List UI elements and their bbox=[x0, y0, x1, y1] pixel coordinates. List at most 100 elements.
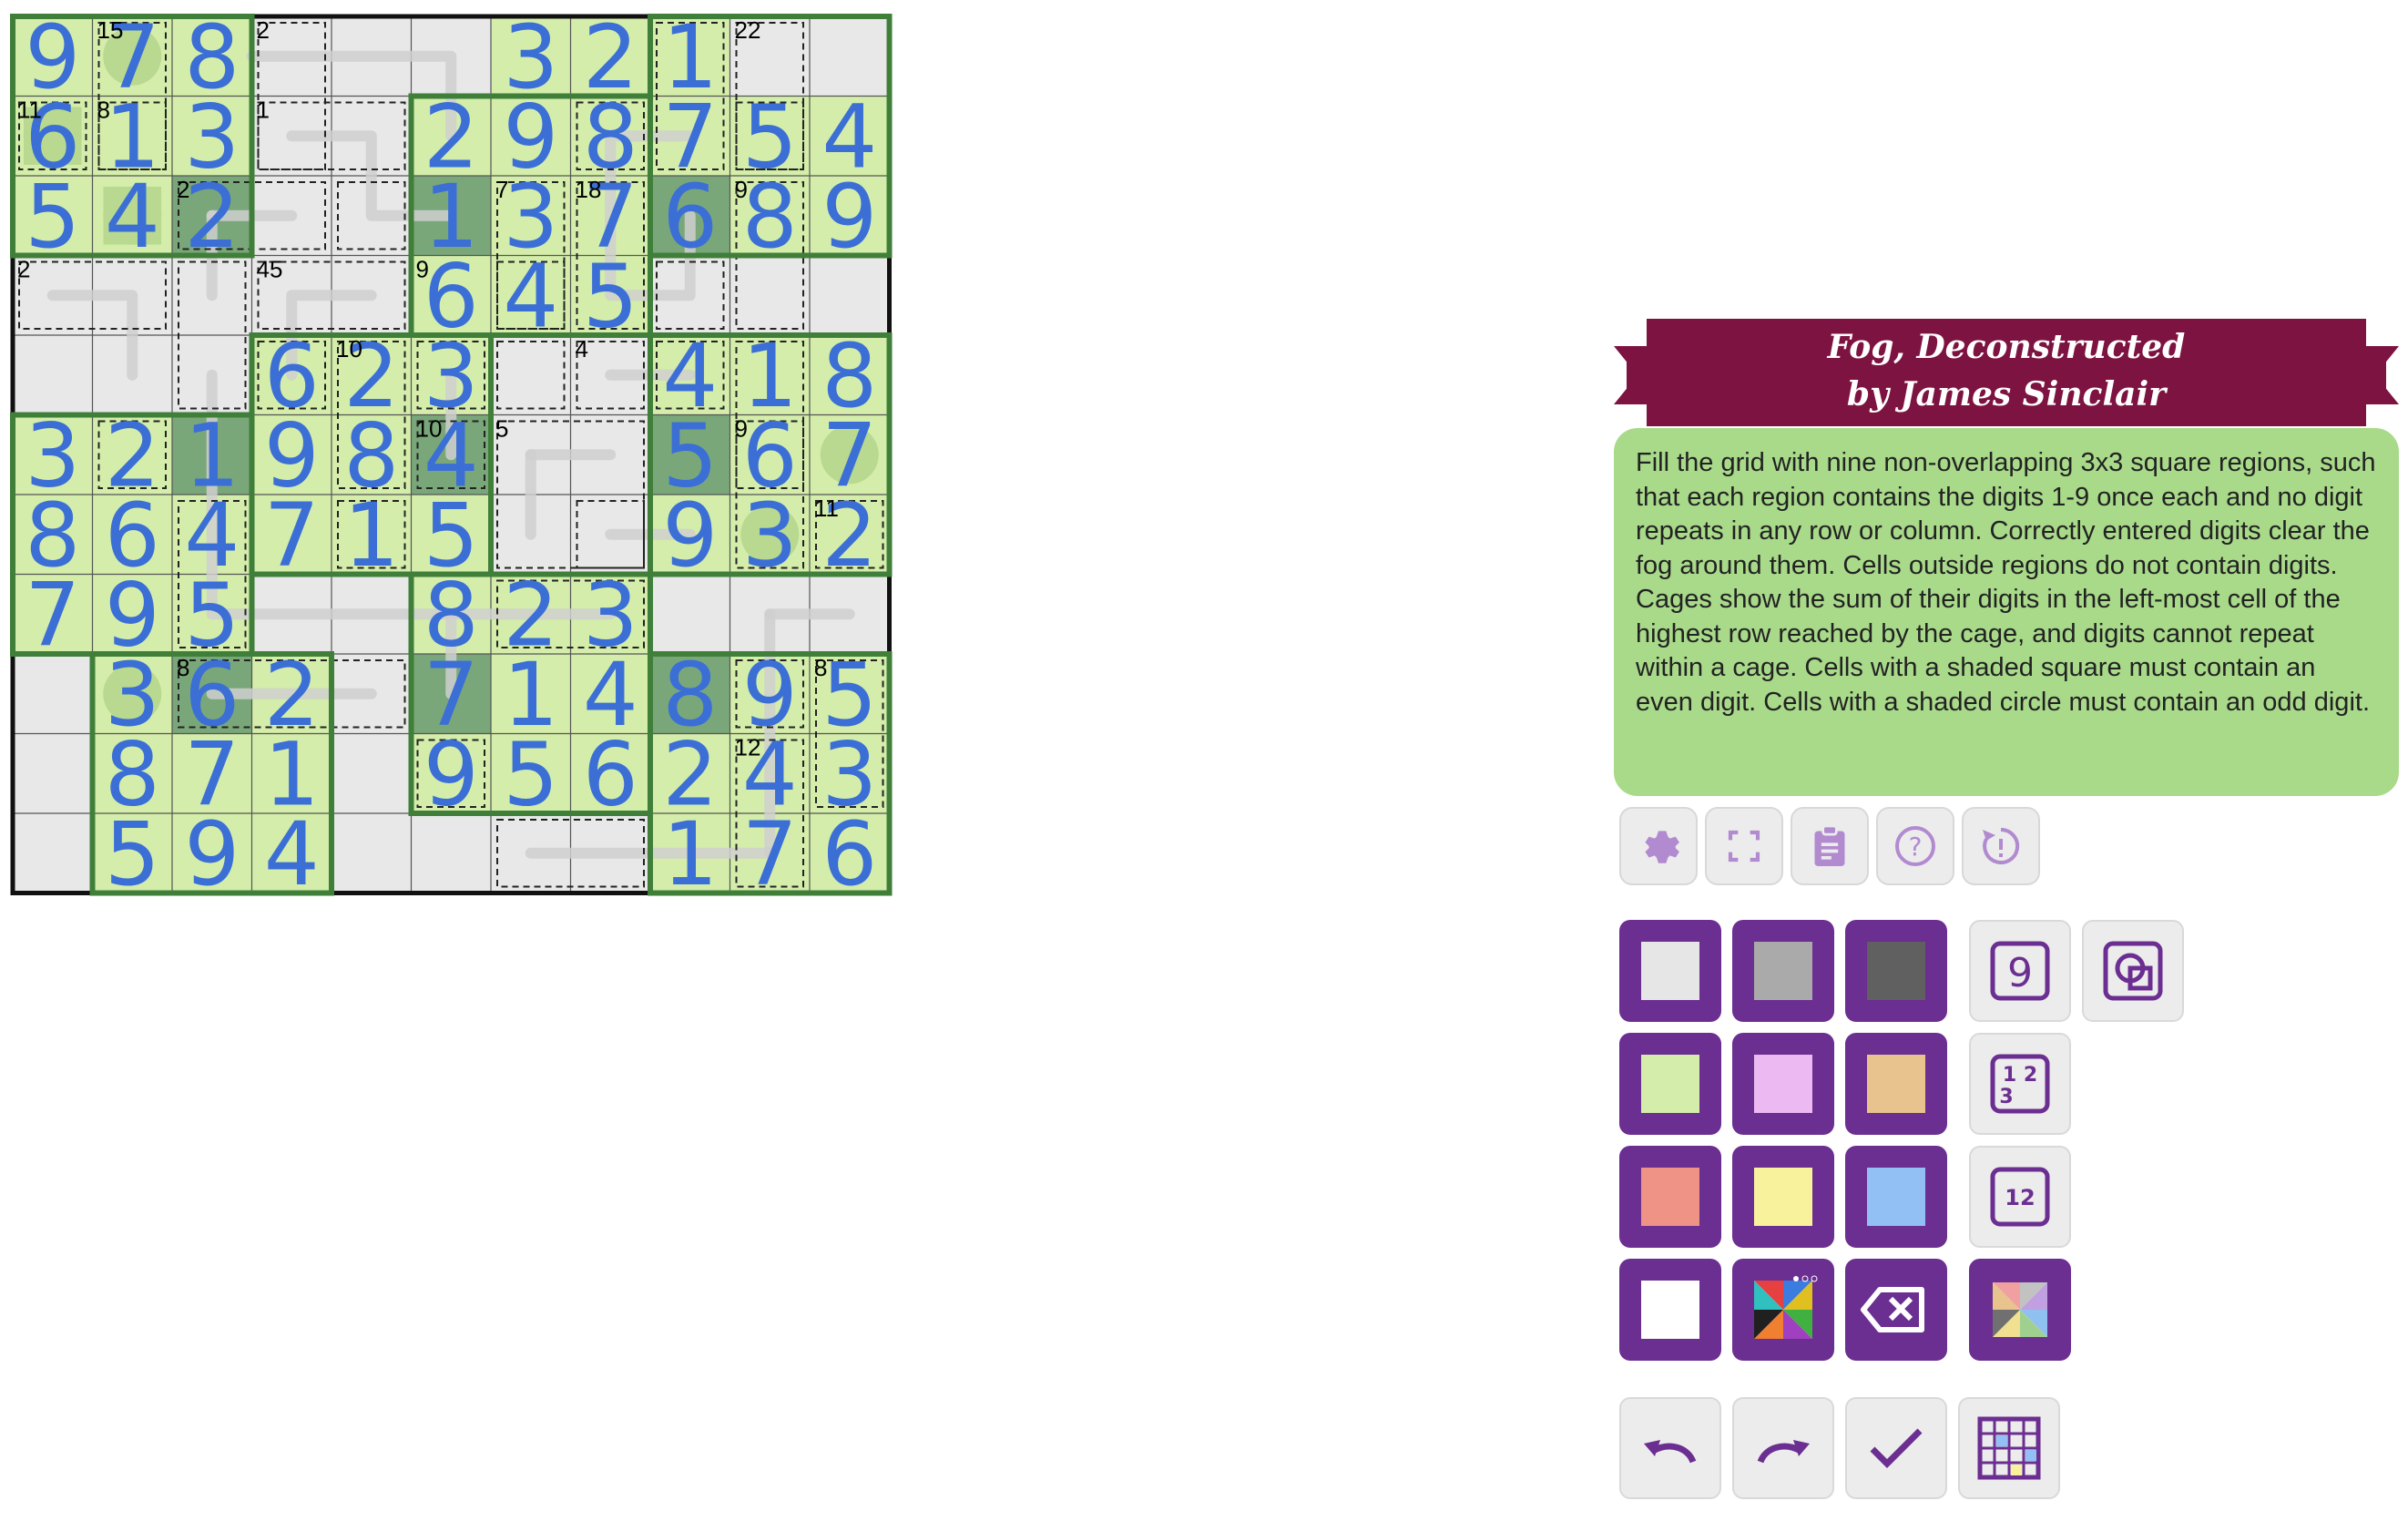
cage-mode-button[interactable] bbox=[2082, 920, 2184, 1022]
undo-icon bbox=[1644, 1440, 1697, 1464]
delete-button[interactable] bbox=[1845, 1259, 1947, 1361]
swatch-fill bbox=[1867, 1168, 1925, 1226]
cage-sum-label: 11 bbox=[814, 495, 839, 522]
checkmark-icon bbox=[1870, 1428, 1923, 1468]
restart-button[interactable] bbox=[1962, 807, 2040, 885]
color-swatch[interactable] bbox=[1732, 1033, 1834, 1135]
cage-sum-label: 8 bbox=[97, 97, 110, 124]
corner-mode-button[interactable]: 1 2 3 bbox=[1969, 1033, 2071, 1135]
puzzle-author: by James Sinclair bbox=[1846, 375, 2167, 413]
help-button[interactable]: ? bbox=[1876, 807, 1954, 885]
grid-cell[interactable] bbox=[332, 733, 412, 814]
swatch-fill bbox=[1867, 942, 1925, 1000]
swatch-fill bbox=[1867, 1055, 1925, 1113]
cage-sum-label: 9 bbox=[735, 415, 748, 443]
restart-icon bbox=[1983, 827, 2020, 864]
swatch-fill bbox=[1754, 1055, 1812, 1113]
cell-digit: 5 bbox=[105, 803, 160, 905]
cell-digit: 5 bbox=[25, 166, 80, 268]
redo-button[interactable] bbox=[1732, 1397, 1834, 1499]
cage-sum-label: 4 bbox=[576, 335, 588, 362]
svg-text:3: 3 bbox=[1999, 1086, 2013, 1108]
cage-sum-label: 8 bbox=[814, 654, 827, 681]
color-swatch[interactable] bbox=[1619, 1033, 1721, 1135]
grid-view-button[interactable] bbox=[1958, 1397, 2060, 1499]
color-swatch[interactable] bbox=[1845, 1033, 1947, 1135]
grid-cell[interactable] bbox=[810, 16, 890, 97]
redo-icon bbox=[1757, 1440, 1810, 1464]
cage-sum-label: 10 bbox=[416, 415, 443, 443]
cage-sum-label: 9 bbox=[416, 256, 429, 283]
color-swatch[interactable] bbox=[1845, 1146, 1947, 1248]
cell-digit: 6 bbox=[662, 166, 718, 268]
color-swatch[interactable] bbox=[1845, 920, 1947, 1022]
cage-sum-label: 8 bbox=[177, 654, 189, 681]
cage-sum-label: 15 bbox=[97, 16, 124, 44]
swatch-fill bbox=[1641, 1055, 1699, 1113]
cell-digit: 1 bbox=[343, 485, 399, 587]
clipboard-button[interactable] bbox=[1791, 807, 1869, 885]
cage-sum-label: 7 bbox=[495, 176, 508, 203]
color-swatch[interactable] bbox=[1619, 920, 1721, 1022]
cage-sum-label: 5 bbox=[495, 415, 508, 443]
fullscreen-button[interactable] bbox=[1705, 807, 1783, 885]
cage-sum-label: 22 bbox=[735, 16, 761, 44]
cell-digit: 6 bbox=[821, 803, 877, 905]
cell-digit: 6 bbox=[583, 723, 638, 825]
color-swatch[interactable] bbox=[1619, 1259, 1721, 1361]
cage-sum-label: 2 bbox=[177, 176, 189, 203]
cage-sum-label: 45 bbox=[257, 256, 283, 283]
swatch-fill bbox=[1754, 1168, 1812, 1226]
grid-cell[interactable] bbox=[332, 813, 412, 893]
color-wheel-icon bbox=[1993, 1282, 2047, 1337]
multicolor-icon bbox=[1754, 1275, 1818, 1339]
color-swatch[interactable] bbox=[1732, 1146, 1834, 1248]
cage-sum-label: 9 bbox=[735, 176, 748, 203]
cell-digit: 8 bbox=[742, 166, 798, 268]
mode-center-label: 12 bbox=[2005, 1185, 2035, 1210]
help-icon: ? bbox=[1895, 826, 1935, 866]
color-swatch[interactable] bbox=[1732, 920, 1834, 1022]
fullscreen-icon bbox=[1728, 830, 1760, 863]
grid-cell[interactable] bbox=[13, 813, 93, 893]
cage-sum-label: 18 bbox=[576, 176, 602, 203]
check-button[interactable] bbox=[1845, 1397, 1947, 1499]
undo-button[interactable] bbox=[1619, 1397, 1721, 1499]
cell-digit: 4 bbox=[105, 166, 160, 268]
cell-digit: 4 bbox=[503, 245, 558, 347]
cage-tool-icon bbox=[2103, 941, 2163, 1001]
swatch-fill bbox=[1641, 942, 1699, 1000]
swatch-fill bbox=[1641, 1168, 1699, 1226]
svg-text:1 2: 1 2 bbox=[2003, 1064, 2037, 1087]
backspace-icon bbox=[1861, 1287, 1924, 1332]
center-mode-button[interactable]: 12 bbox=[1969, 1146, 2071, 1248]
cage-sum-label: 11 bbox=[17, 97, 42, 124]
cell-digit: 3 bbox=[742, 485, 798, 587]
grid-icon bbox=[1977, 1416, 2041, 1480]
title-banner: Fog, Deconstructed by James Sinclair bbox=[1614, 319, 2399, 426]
color-swatch[interactable] bbox=[1619, 1146, 1721, 1248]
color-mode-button[interactable] bbox=[1969, 1259, 2071, 1361]
cell-digit: 5 bbox=[503, 723, 558, 825]
grid-cell[interactable] bbox=[13, 733, 93, 814]
swatch-fill bbox=[1754, 942, 1812, 1000]
cage-sum-label: 12 bbox=[735, 734, 761, 761]
sudoku-board[interactable]: 9 7 8 3 2 16 1 3 2 9 8 7 5 45 4 2 1 3 7 6 8 96 4 56 2 3 4 1 83 2 1 9 8 4 5… bbox=[0, 0, 1512, 1521]
rules-panel: Fill the grid with nine non-overlapping … bbox=[1614, 428, 2399, 796]
grid-cell[interactable] bbox=[13, 335, 93, 415]
mode-normal-label: 9 bbox=[2007, 950, 2033, 996]
cell-digit: 9 bbox=[821, 166, 877, 268]
cell-digit: 7 bbox=[742, 803, 798, 905]
puzzle-title: Fog, Deconstructed bbox=[1827, 328, 2186, 366]
cell-digit: 9 bbox=[423, 723, 479, 825]
cell-digit: 9 bbox=[662, 485, 718, 587]
svg-text:?: ? bbox=[1909, 832, 1923, 862]
cell-digit: 2 bbox=[184, 166, 240, 268]
cage-sum-label: 1 bbox=[257, 97, 270, 124]
multicolor-swatch[interactable] bbox=[1732, 1259, 1834, 1361]
cell-digit: 4 bbox=[264, 803, 320, 905]
normal-mode-button[interactable]: 9 bbox=[1969, 920, 2071, 1022]
settings-button[interactable] bbox=[1619, 807, 1698, 885]
cell-digit: 9 bbox=[184, 803, 240, 905]
cell-digit: 7 bbox=[264, 485, 320, 587]
